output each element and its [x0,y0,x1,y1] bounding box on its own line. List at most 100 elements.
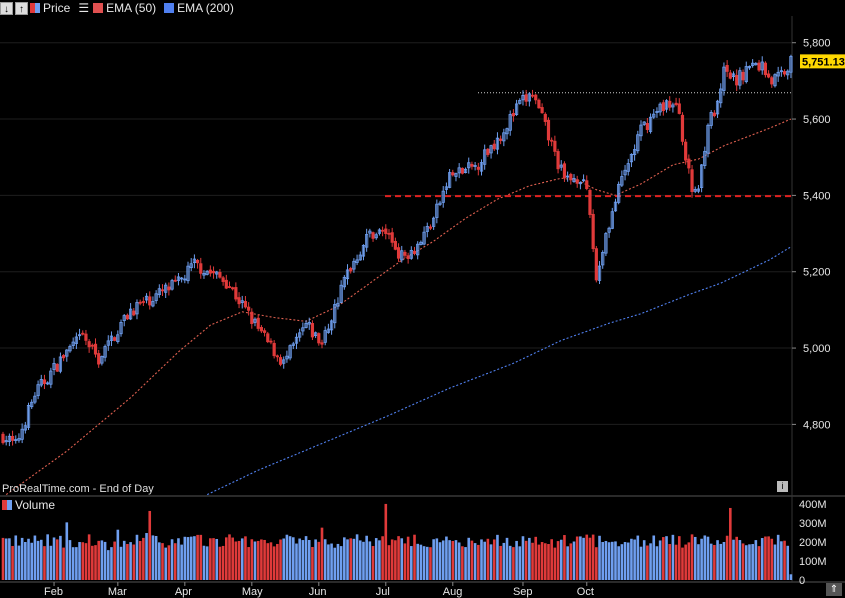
volume-bar [757,546,761,580]
candle-body [237,297,241,305]
volume-bar [65,522,69,580]
volume-tick-label: 100M [799,556,827,568]
volume-bar [240,538,244,580]
volume-bar [748,544,751,580]
volume-bar [429,547,432,580]
collapse-down-icon[interactable]: ↓ [0,1,13,15]
volume-bar [741,543,745,580]
candle-body [680,114,685,142]
volume-bar [400,538,404,580]
candle-body [782,71,787,75]
volume-bar [39,539,43,580]
volume-bar [751,544,754,580]
volume-bar [263,539,266,580]
price-legend: ↓ ↑ Price ☰ EMA (50) EMA (200) [0,0,234,16]
volume-swatch [2,500,12,510]
volume-bar [403,543,407,580]
candle-body [87,341,91,348]
candle-body [269,340,273,343]
candle-body [84,333,88,341]
candle-body [256,317,260,329]
volume-bar [145,533,148,580]
volume-bar [512,547,515,580]
volume-bar [470,540,474,580]
volume-bar [770,538,774,580]
volume-bar [209,538,212,580]
volume-bar [735,536,738,580]
volume-bar [129,542,132,580]
volume-bar [269,542,273,580]
volume-bar [237,540,241,580]
volume-bar [461,546,464,580]
candle-body [173,279,177,282]
volume-bar [142,537,145,580]
volume-bar [441,540,445,580]
volume-bar [416,543,419,580]
volume-bar [662,537,665,580]
volume-bar [601,542,605,580]
candle-body [476,166,480,170]
volume-bar [486,538,490,580]
volume-bar [170,539,174,580]
volume-bar [285,534,289,580]
candle-body [141,301,145,303]
candle-body [735,74,739,86]
volume-bar [358,540,362,580]
ema200-legend-label[interactable]: EMA (200) [177,1,234,15]
candle-body [10,435,15,441]
scroll-up-icon[interactable]: ⇑ [826,583,842,596]
price-tick-label: 5,200 [803,267,831,279]
candle-body [97,353,101,365]
volume-bar [713,544,716,580]
volume-bar [457,542,461,580]
volume-legend-label[interactable]: Volume [15,498,55,512]
volume-bar [454,540,458,580]
volume-bar [161,543,164,580]
ema50-legend-label[interactable]: EMA (50) [106,1,156,15]
settings-icon[interactable]: ☰ [78,1,89,15]
volume-bar [327,544,330,580]
volume-bar [677,536,681,580]
volume-bar [518,546,522,580]
candle-body [712,112,716,117]
volume-bar [349,538,353,580]
volume-bar [183,536,187,580]
candle-body [275,355,279,358]
collapse-up-icon[interactable]: ↑ [15,1,28,15]
volume-bar [317,541,321,580]
volume-bar [4,538,8,580]
price-tick-label: 4,800 [803,419,831,431]
candle-body [349,268,353,272]
volume-bar [291,537,295,580]
candle-body [534,94,538,101]
candle-body [677,103,681,114]
volume-bar [550,539,553,580]
candle-body [167,286,171,291]
info-icon[interactable]: i [777,481,788,492]
price-tick-label: 5,000 [803,343,831,355]
volume-bar [547,544,550,580]
volume-bar [760,538,764,580]
volume-bar [614,541,617,580]
candle-body [763,62,768,76]
volume-bar [323,539,327,580]
candle-body [132,310,136,316]
volume-bar [132,544,136,580]
volume-bar [205,546,209,580]
candle-body [384,228,388,234]
volume-bar [610,541,614,580]
volume-bar [729,507,732,580]
volume-bar [575,536,579,580]
price-tick-label: 5,800 [803,38,831,50]
candle-body [470,163,474,167]
volume-bar [451,540,455,580]
volume-bar [725,535,729,580]
volume-bar [579,536,582,580]
volume-bar [652,535,656,580]
volume-bar [505,537,509,580]
price-legend-label[interactable]: Price [43,1,70,15]
volume-bar [75,547,78,580]
candle-body [1,433,5,444]
volume-bar [368,541,372,580]
candle-body [428,226,433,229]
